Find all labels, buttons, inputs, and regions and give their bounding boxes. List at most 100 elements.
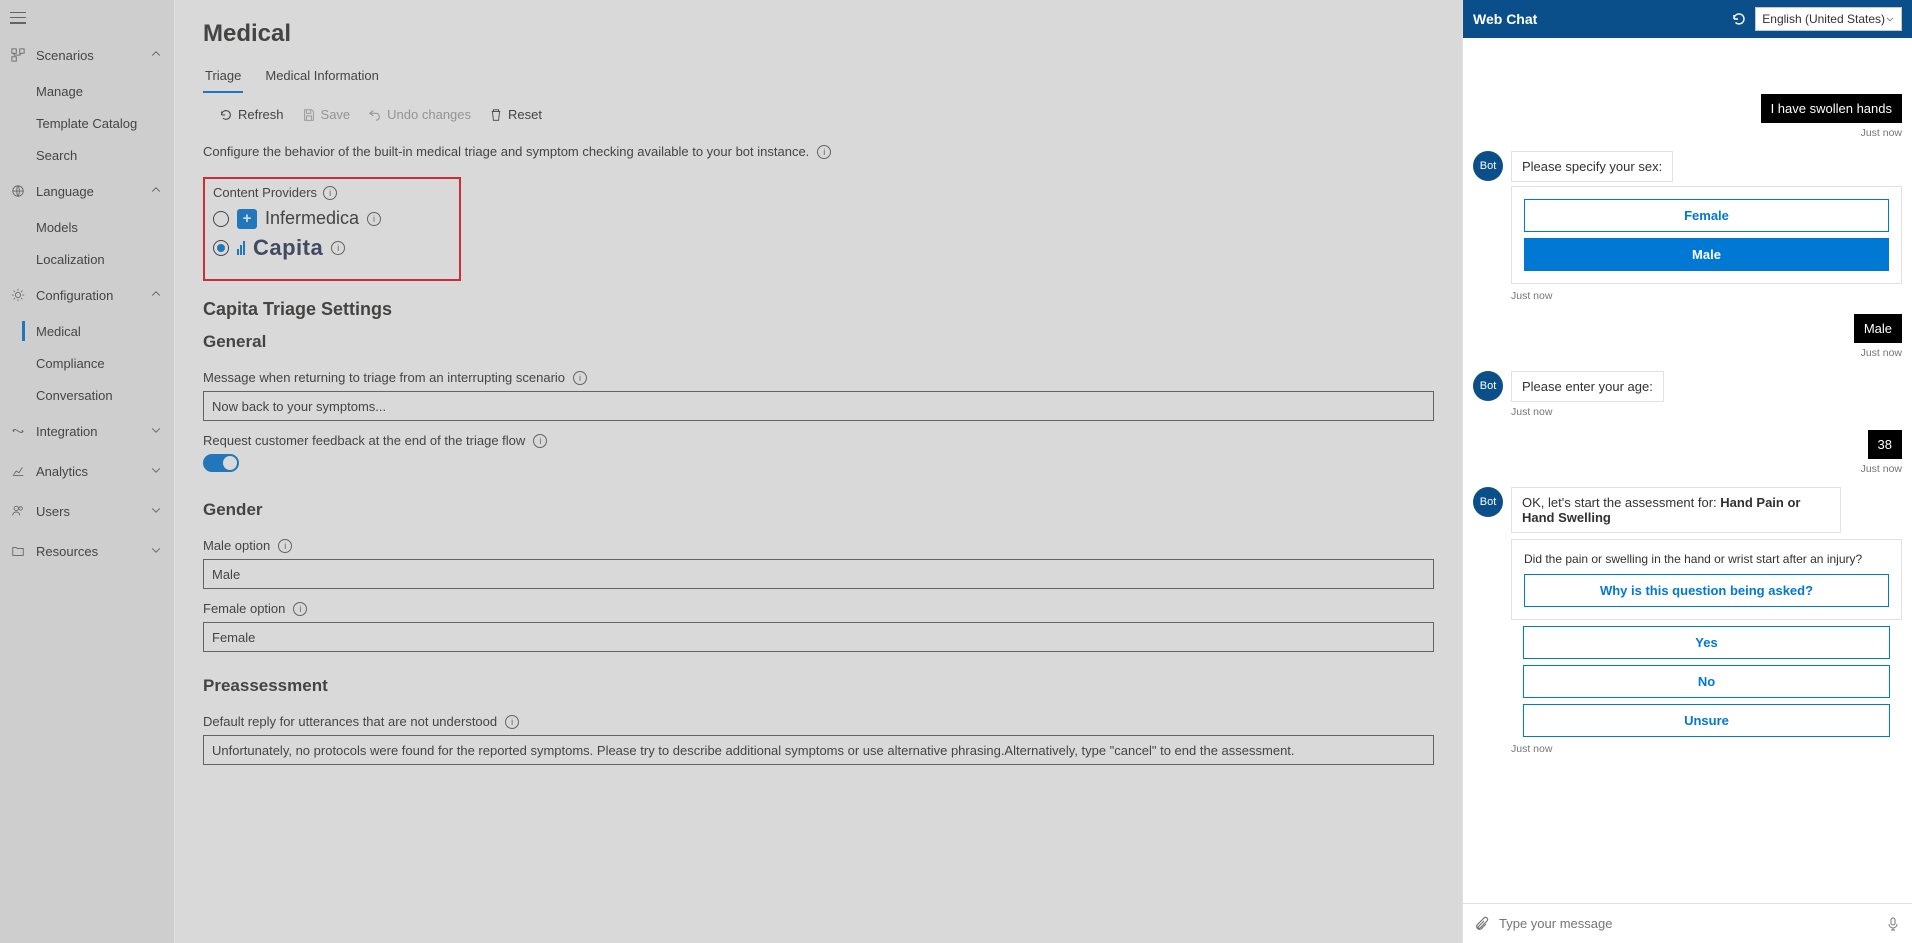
why-question-button[interactable]: Why is this question being asked? [1524,574,1889,607]
save-icon [302,108,316,122]
refresh-button[interactable]: Refresh [219,107,284,122]
male-option-label: Male option [203,538,270,553]
sidebar-item-label: Conversation [36,388,113,403]
analytics-icon [10,463,26,479]
chevron-down-icon [150,544,164,558]
webchat-panel: Web Chat English (United States) I have … [1462,0,1912,943]
sidebar-item-manage[interactable]: Manage [0,75,174,107]
microphone-icon[interactable] [1884,915,1902,933]
info-icon[interactable]: i [573,371,587,385]
info-icon[interactable]: i [293,602,307,616]
chevron-down-icon [150,424,164,438]
option-female-button[interactable]: Female [1524,199,1889,232]
info-icon[interactable]: i [278,539,292,553]
tabs: Triage Medical Information [203,62,1434,93]
sidebar-group-users[interactable]: Users [0,491,174,531]
user-message: I have swollen hands [1761,94,1902,123]
hamburger-icon[interactable] [10,12,26,24]
sidebar-item-label: Manage [36,84,83,99]
integration-icon [10,423,26,439]
webchat-header: Web Chat English (United States) [1463,0,1912,38]
option-no-button[interactable]: No [1523,665,1890,698]
info-icon[interactable]: i [505,715,519,729]
save-button: Save [302,107,351,122]
option-male-button[interactable]: Male [1524,238,1889,271]
sidebar-item-label: Compliance [36,356,105,371]
sidebar-group-scenarios[interactable]: Scenarios [0,35,174,75]
user-message: 38 [1868,430,1902,459]
tab-medical-information[interactable]: Medical Information [263,62,380,93]
male-option-input[interactable] [203,559,1434,589]
return-message-input[interactable] [203,391,1434,421]
female-option-label: Female option [203,601,285,616]
general-heading: General [203,332,1434,352]
undo-icon [368,108,382,122]
webchat-title: Web Chat [1473,11,1723,27]
sidebar-group-label: Analytics [36,464,150,479]
tab-triage[interactable]: Triage [203,62,243,93]
attachment-icon[interactable] [1473,915,1491,933]
sidebar-group-label: Scenarios [36,48,150,63]
provider-label: Infermedica [265,208,359,229]
default-reply-label: Default reply for utterances that are no… [203,714,497,729]
sidebar-group-language[interactable]: Language [0,171,174,211]
bot-message: OK, let's start the assessment for: Hand… [1511,487,1841,533]
option-unsure-button[interactable]: Unsure [1523,704,1890,737]
info-icon[interactable]: i [331,241,345,255]
info-icon[interactable]: i [323,186,337,200]
sidebar-group-label: Language [36,184,150,199]
option-yes-button[interactable]: Yes [1523,626,1890,659]
sidebar-item-conversation[interactable]: Conversation [0,379,174,411]
answer-options-card: Yes No Unsure [1511,626,1902,737]
sidebar-item-template-catalog[interactable]: Template Catalog [0,107,174,139]
radio-capita[interactable] [213,240,229,256]
main-content: Medical Triage Medical Information Refre… [175,0,1462,943]
sidebar-group-label: Configuration [36,288,150,303]
sidebar-group-integration[interactable]: Integration [0,411,174,451]
default-reply-input[interactable] [203,735,1434,765]
toolbar-label: Undo changes [387,107,471,122]
sidebar-group-label: Resources [36,544,150,559]
tab-label: Medical Information [265,68,378,83]
sidebar-group-configuration[interactable]: Configuration [0,275,174,315]
return-message-label: Message when returning to triage from an… [203,370,565,385]
sidebar-item-label: Localization [36,252,105,267]
capita-settings-heading: Capita Triage Settings [203,299,1434,320]
timestamp: Just now [1473,127,1902,139]
restart-icon[interactable] [1731,11,1747,27]
sidebar-item-models[interactable]: Models [0,211,174,243]
info-icon[interactable]: i [533,434,547,448]
sidebar-item-localization[interactable]: Localization [0,243,174,275]
sidebar-group-label: Integration [36,424,150,439]
language-label: English (United States) [1762,12,1885,26]
sidebar-item-label: Medical [36,324,81,339]
bot-message: Please specify your sex: [1511,151,1673,182]
sidebar-group-analytics[interactable]: Analytics [0,451,174,491]
gender-heading: Gender [203,500,1434,520]
feedback-toggle[interactable] [203,454,239,472]
sidebar-item-medical[interactable]: Medical [0,315,174,347]
toolbar-label: Reset [508,107,542,122]
timestamp: Just now [1511,743,1902,755]
sidebar-item-search[interactable]: Search [0,139,174,171]
chevron-down-icon [150,464,164,478]
language-select[interactable]: English (United States) [1755,7,1902,31]
bot-avatar: Bot [1473,487,1503,517]
female-option-input[interactable] [203,622,1434,652]
sex-options-card: Female Male [1511,186,1902,284]
info-icon[interactable]: i [817,145,831,159]
info-icon[interactable]: i [367,212,381,226]
sidebar-item-compliance[interactable]: Compliance [0,347,174,379]
toolbar-label: Save [321,107,351,122]
preassessment-heading: Preassessment [203,676,1434,696]
chat-input[interactable] [1499,916,1876,931]
radio-infermedica[interactable] [213,211,229,227]
user-message: Male [1854,314,1902,343]
bot-avatar: Bot [1473,371,1503,401]
webchat-input-bar [1463,903,1912,943]
reset-button[interactable]: Reset [489,107,542,122]
chevron-down-icon [150,504,164,518]
users-icon [10,503,26,519]
chevron-up-icon [150,184,164,198]
sidebar-group-resources[interactable]: Resources [0,531,174,571]
